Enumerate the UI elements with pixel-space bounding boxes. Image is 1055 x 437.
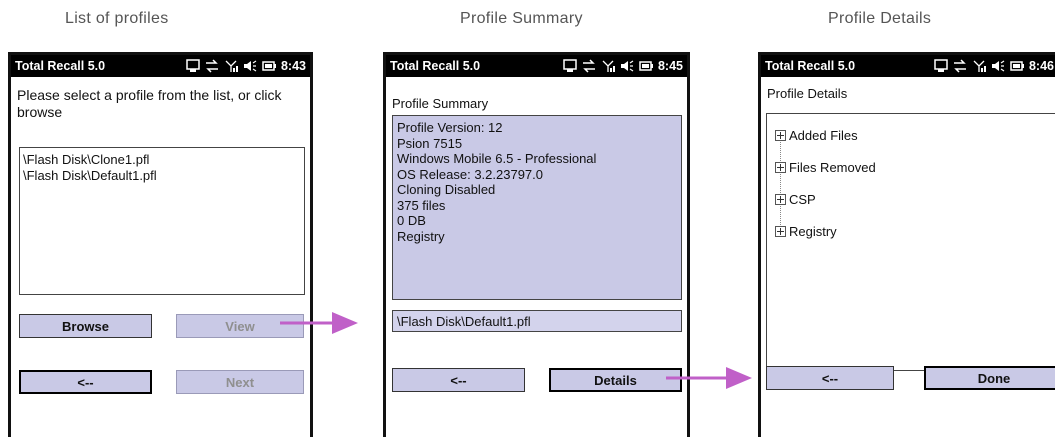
profile-path-field[interactable]: \Flash Disk\Default1.pfl: [392, 310, 682, 332]
caption-list-of-profiles: List of profiles: [65, 10, 169, 27]
volume-icon: [243, 60, 257, 72]
list-item[interactable]: \Flash Disk\Clone1.pfl: [23, 152, 301, 168]
tree-item-label: Registry: [789, 224, 837, 239]
sync-icon: [563, 59, 577, 72]
summary-line: Psion 7515: [397, 135, 463, 151]
tree-item-added-files[interactable]: Added Files: [775, 128, 858, 143]
volume-icon: [620, 60, 634, 72]
select-profile-prompt: Please select a profile from the list, o…: [17, 87, 282, 120]
phone-screen-list-of-profiles: Total Recall 5.0 8:43 Please select a pr…: [8, 52, 313, 437]
clock: 8:46: [1028, 59, 1054, 73]
phone-screen-profile-details: Total Recall 5.0 8:46 Profile Details Ad…: [758, 52, 1055, 437]
back-button[interactable]: <--: [392, 368, 525, 392]
summary-line: 0 DB: [397, 213, 426, 228]
signal-icon: [602, 60, 615, 72]
profile-details-tree[interactable]: Added Files Files Removed CSP Registry: [766, 113, 1055, 371]
phone-screen-profile-summary: Total Recall 5.0 8:45 Profile Summary Pr…: [383, 52, 690, 437]
volume-icon: [991, 60, 1005, 72]
connectivity-icon: [953, 59, 966, 73]
expand-icon[interactable]: [775, 194, 786, 205]
summary-line: Cloning Disabled: [397, 182, 496, 197]
battery-icon: [639, 61, 653, 71]
page-title: Profile Summary: [392, 96, 489, 111]
status-bar: Total Recall 5.0 8:45: [386, 55, 687, 77]
summary-line: 375 files: [397, 197, 446, 213]
app-title: Total Recall 5.0: [390, 59, 481, 73]
caption-profile-details: Profile Details: [828, 10, 932, 27]
profile-list[interactable]: \Flash Disk\Clone1.pfl \Flash Disk\Defau…: [19, 147, 305, 295]
expand-icon[interactable]: [775, 130, 786, 141]
summary-line: Windows Mobile 6.5 - Professional: [397, 151, 597, 166]
caption-profile-summary: Profile Summary: [460, 10, 583, 27]
browse-button[interactable]: Browse: [19, 314, 152, 338]
done-button[interactable]: Done: [924, 366, 1055, 390]
summary-line: Registry: [397, 228, 445, 244]
tree-item-registry[interactable]: Registry: [775, 224, 837, 239]
profile-summary-panel: Profile Version: 12 Psion 7515 Windows M…: [392, 115, 682, 300]
flow-arrow-details-to-profile-details: [666, 367, 752, 389]
sync-icon: [186, 59, 200, 72]
signal-icon: [973, 60, 986, 72]
expand-icon[interactable]: [775, 162, 786, 173]
tree-item-files-removed[interactable]: Files Removed: [775, 160, 876, 175]
app-title: Total Recall 5.0: [765, 59, 856, 73]
summary-line: Profile Version: 12: [397, 120, 503, 135]
status-bar: Total Recall 5.0 8:43: [11, 55, 310, 77]
details-button[interactable]: Details: [549, 368, 682, 392]
next-button[interactable]: Next: [176, 370, 304, 394]
status-bar: Total Recall 5.0 8:46: [761, 55, 1055, 77]
back-button[interactable]: <--: [766, 366, 894, 390]
tree-item-label: Files Removed: [789, 160, 876, 175]
battery-icon: [1010, 61, 1024, 71]
page-title: Profile Details: [767, 86, 848, 101]
clock: 8:43: [280, 59, 306, 73]
tree-item-label: Added Files: [789, 128, 858, 143]
summary-line: OS Release: 3.2.23797.0: [397, 166, 543, 182]
list-item[interactable]: \Flash Disk\Default1.pfl: [23, 168, 301, 184]
connectivity-icon: [582, 59, 595, 73]
clock: 8:45: [657, 59, 683, 73]
tree-item-label: CSP: [789, 192, 816, 207]
app-title: Total Recall 5.0: [15, 59, 106, 73]
sync-icon: [934, 59, 948, 72]
connectivity-icon: [205, 59, 218, 73]
signal-icon: [225, 60, 238, 72]
tree-connector: [780, 133, 781, 231]
expand-icon[interactable]: [775, 226, 786, 237]
flow-arrow-view-to-summary: [280, 312, 358, 334]
tree-item-csp[interactable]: CSP: [775, 192, 816, 207]
battery-icon: [262, 61, 276, 71]
back-button[interactable]: <--: [19, 370, 152, 394]
